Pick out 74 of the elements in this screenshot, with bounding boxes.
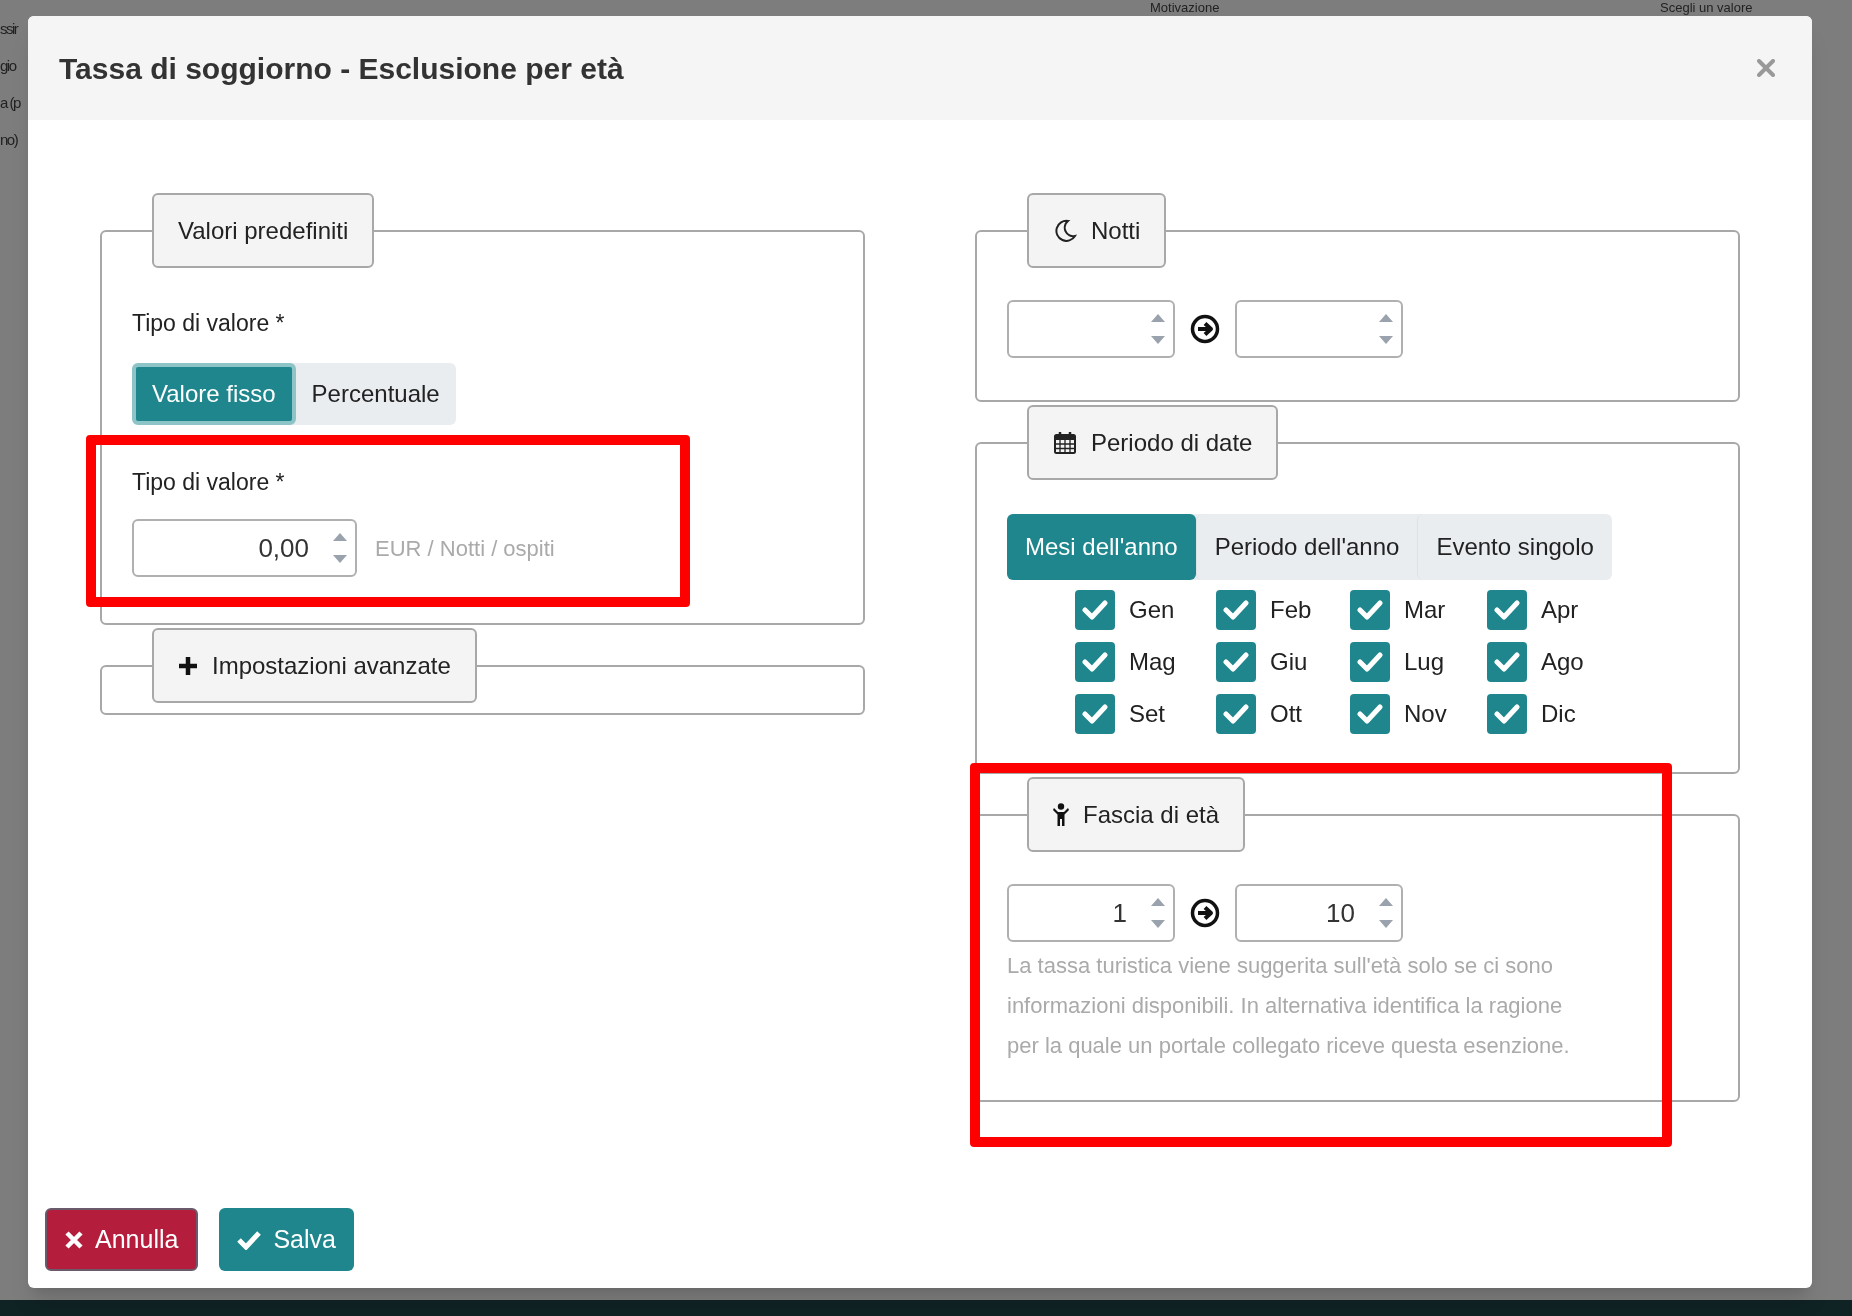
check-icon	[1494, 703, 1520, 725]
check-icon	[1082, 703, 1108, 725]
close-icon	[65, 1230, 83, 1249]
checkbox[interactable]	[1487, 642, 1527, 682]
checkbox-label: Dic	[1541, 699, 1576, 729]
checkbox[interactable]	[1350, 642, 1390, 682]
plus-icon	[178, 655, 198, 676]
number-field[interactable]: 10	[1235, 884, 1403, 942]
checkbox[interactable]	[1216, 694, 1256, 734]
section-legend[interactable]: Periodo di date	[1027, 405, 1279, 480]
row-label: no)	[0, 130, 18, 150]
checkbox-label: Feb	[1270, 595, 1312, 625]
dialog-title: Tassa di soggiorno - Esclusione per età	[59, 50, 624, 87]
cancel-button[interactable]: Annulla	[45, 1208, 199, 1271]
toggle-option[interactable]: Percentuale	[295, 362, 456, 425]
moon-icon	[1053, 218, 1077, 243]
checkbox-label: Mag	[1129, 647, 1176, 677]
column-header: Scegli un valore	[1660, 0, 1753, 16]
field-label: Tipo di valore *	[132, 309, 286, 338]
arrow-right-icon	[1190, 898, 1220, 928]
number-field[interactable]	[1007, 300, 1175, 358]
mode-tab[interactable]: Periodo dell'anno	[1195, 514, 1418, 580]
check-icon	[1082, 651, 1108, 673]
arrow-right-icon	[1190, 314, 1220, 344]
check-icon	[1357, 599, 1383, 621]
help-text: La tassa turistica viene suggerita sull'età solo se ci sono informazioni disponibili. In alternativa identifica la ragione per la quale un portale collegato riceve questa esenzione.	[1007, 952, 1571, 1060]
check-icon	[1357, 703, 1383, 725]
row-label: a (p	[0, 93, 20, 113]
toggle-option[interactable]: Valore fisso	[132, 362, 296, 425]
section-legend[interactable]: Notti	[1027, 193, 1167, 268]
check-icon	[1223, 651, 1249, 673]
unit-label: EUR / Notti / ospiti	[375, 534, 555, 563]
checkbox-label: Mar	[1404, 595, 1446, 625]
checkbox-label: Lug	[1404, 647, 1445, 677]
checkbox[interactable]	[1216, 590, 1256, 630]
checkbox[interactable]	[1075, 642, 1115, 682]
checkbox[interactable]	[1350, 590, 1390, 630]
check-icon	[1223, 599, 1249, 621]
number-field[interactable]	[1235, 300, 1403, 358]
checkbox-label: Ago	[1541, 647, 1584, 677]
calendar-icon	[1053, 430, 1077, 455]
check-icon	[1082, 599, 1108, 621]
row-label: gio	[0, 56, 16, 76]
check-icon	[1223, 703, 1249, 725]
checkbox-label: Gen	[1129, 595, 1175, 625]
close-icon	[1757, 59, 1775, 77]
column-header: Motivazione	[1150, 0, 1220, 16]
save-button[interactable]: Salva	[219, 1208, 354, 1271]
mode-tab[interactable]: Evento singolo	[1417, 514, 1612, 580]
checkbox-label: Apr	[1541, 595, 1579, 625]
field-label: Tipo di valore *	[132, 467, 286, 497]
checkbox[interactable]	[1216, 642, 1256, 682]
checkbox[interactable]	[1350, 694, 1390, 734]
checkbox[interactable]	[1487, 694, 1527, 734]
number-field[interactable]: 0,00	[132, 519, 357, 577]
checkbox-label: Nov	[1404, 699, 1447, 729]
check-icon	[1494, 599, 1520, 621]
checkbox-label: Set	[1129, 699, 1166, 729]
check-icon	[1357, 651, 1383, 673]
close-button[interactable]	[1754, 56, 1778, 80]
checkbox[interactable]	[1487, 590, 1527, 630]
checkbox[interactable]	[1075, 694, 1115, 734]
checkbox-label: Giu	[1270, 647, 1308, 677]
section-legend[interactable]: Fascia di età	[1027, 777, 1246, 852]
section-legend[interactable]: Valori predefiniti	[152, 193, 375, 268]
checkbox-label: Ott	[1270, 699, 1302, 729]
check-icon	[1494, 651, 1520, 673]
row-label: ssir	[0, 19, 18, 39]
child-icon	[1053, 802, 1069, 827]
mode-tab[interactable]: Mesi dell'anno	[1007, 514, 1196, 580]
number-field[interactable]: 1	[1007, 884, 1175, 942]
expand-button[interactable]: Impostazioni avanzate	[152, 628, 477, 703]
check-icon	[237, 1229, 262, 1250]
checkbox[interactable]	[1075, 590, 1115, 630]
